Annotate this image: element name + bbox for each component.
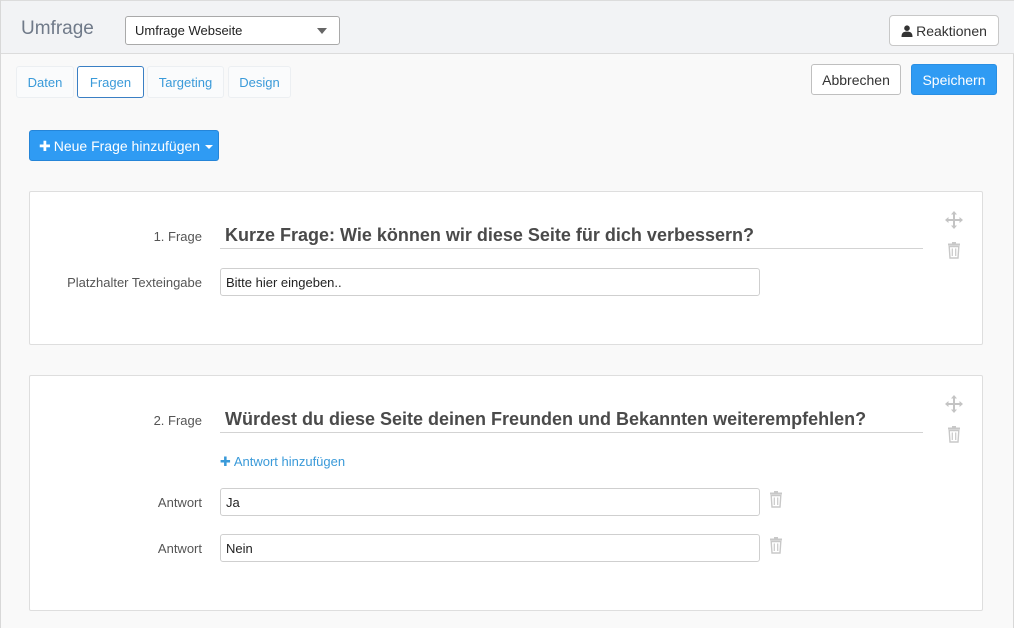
caret-down-icon bbox=[205, 145, 214, 149]
trash-icon[interactable] bbox=[945, 425, 963, 443]
question-number-label: 1. Frage bbox=[153, 229, 202, 244]
header-bar: Umfrage Umfrage Webseite Reaktionen bbox=[1, 0, 1014, 54]
reactions-button[interactable]: Reaktionen bbox=[889, 15, 999, 46]
plus-icon: ✚ bbox=[220, 454, 231, 469]
move-icon[interactable] bbox=[945, 395, 963, 413]
tab-targeting[interactable]: Targeting bbox=[147, 66, 224, 98]
answer-label: Antwort bbox=[157, 541, 202, 556]
question-title-input[interactable]: Kurze Frage: Wie können wir diese Seite … bbox=[220, 221, 923, 249]
answer-input[interactable]: Ja bbox=[220, 488, 760, 516]
add-question-button[interactable]: ✚ Neue Frage hinzufügen bbox=[29, 130, 219, 161]
tab-daten[interactable]: Daten bbox=[16, 66, 74, 98]
placeholder-input[interactable]: Bitte hier eingeben.. bbox=[220, 268, 760, 296]
answer-label: Antwort bbox=[157, 495, 202, 510]
plus-icon: ✚ bbox=[39, 138, 51, 154]
app-frame: Umfrage Umfrage Webseite Reaktionen Date… bbox=[0, 0, 1014, 628]
question-card-1: 1. Frage Kurze Frage: Wie können wir die… bbox=[29, 191, 983, 345]
chevron-down-icon bbox=[317, 28, 327, 34]
add-answer-label: Antwort hinzufügen bbox=[233, 454, 346, 469]
add-question-label: Neue Frage hinzufügen bbox=[53, 138, 201, 154]
save-button[interactable]: Speichern bbox=[911, 64, 997, 95]
question-card-2: 2. Frage Würdest du diese Seite deinen F… bbox=[29, 375, 983, 611]
cancel-button[interactable]: Abbrechen bbox=[811, 64, 901, 95]
tab-design[interactable]: Design bbox=[228, 66, 291, 98]
survey-select[interactable]: Umfrage Webseite bbox=[125, 16, 340, 45]
move-icon[interactable] bbox=[945, 211, 963, 229]
trash-icon[interactable] bbox=[945, 241, 963, 259]
trash-icon[interactable] bbox=[767, 536, 785, 554]
app-title: Umfrage bbox=[21, 18, 94, 39]
question-number-label: 2. Frage bbox=[153, 413, 202, 428]
trash-icon[interactable] bbox=[767, 490, 785, 508]
placeholder-label: Platzhalter Texteingabe bbox=[67, 275, 202, 290]
answer-input[interactable]: Nein bbox=[220, 534, 760, 562]
add-answer-link[interactable]: ✚ Antwort hinzufügen bbox=[220, 454, 345, 470]
question-title-input[interactable]: Würdest du diese Seite deinen Freunden u… bbox=[220, 405, 923, 433]
reactions-label: Reaktionen bbox=[916, 23, 987, 39]
user-icon bbox=[901, 25, 913, 37]
tab-fragen[interactable]: Fragen bbox=[77, 66, 144, 98]
survey-select-value: Umfrage Webseite bbox=[135, 23, 243, 38]
